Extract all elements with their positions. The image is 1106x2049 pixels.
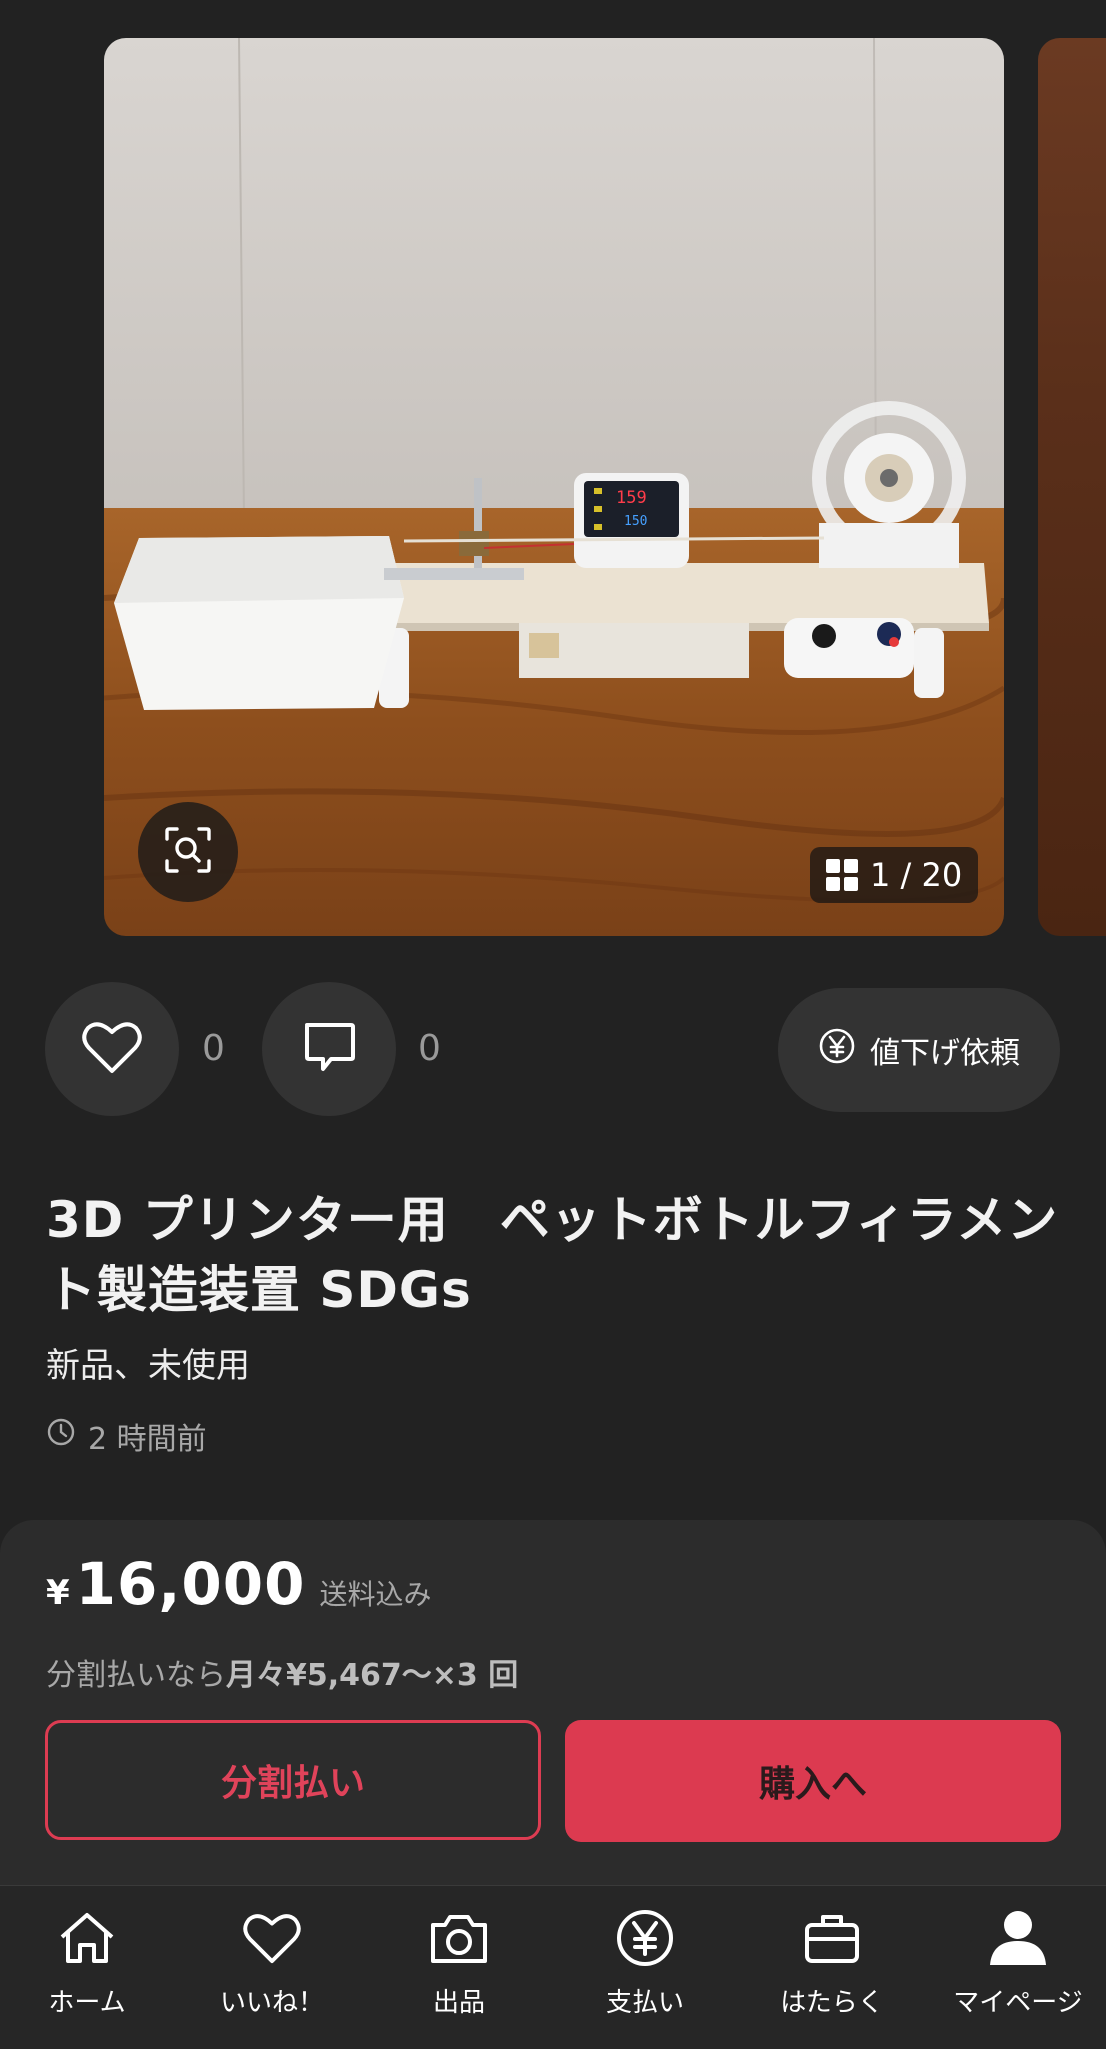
nav-sell[interactable]: 出品 bbox=[367, 1906, 551, 2036]
product-photo[interactable]: 159 150 bbox=[104, 38, 1004, 936]
photo-counter[interactable]: 1 / 20 bbox=[810, 847, 979, 903]
heart-icon bbox=[242, 1906, 302, 1970]
price-row: ¥ 16,000 送料込み bbox=[46, 1550, 432, 1618]
price: 16,000 bbox=[75, 1550, 306, 1618]
grid-icon bbox=[826, 859, 858, 891]
installment-prefix: 分割払いなら bbox=[46, 1658, 226, 1693]
bottom-nav: ホーム いいね！ 出品 支払い はたらく マイページ bbox=[0, 1885, 1106, 2049]
nav-work[interactable]: はたらく bbox=[740, 1906, 924, 2036]
image-carousel[interactable]: 159 150 1 / 20 bbox=[0, 0, 1106, 950]
svg-text:159: 159 bbox=[616, 488, 647, 508]
briefcase-icon bbox=[802, 1906, 862, 1970]
scan-search-icon bbox=[163, 825, 213, 879]
image-search-button[interactable] bbox=[138, 802, 238, 902]
like-button[interactable] bbox=[45, 982, 179, 1116]
nav-home[interactable]: ホーム bbox=[0, 1906, 179, 2036]
like-count: 0 bbox=[202, 1028, 225, 1069]
price-offer-button[interactable]: 値下げ依頼 bbox=[778, 988, 1060, 1112]
nav-mypage-label: マイページ bbox=[953, 1988, 1083, 2018]
nav-sell-label: 出品 bbox=[432, 1988, 485, 2018]
nav-work-label: はたらく bbox=[780, 1988, 884, 2018]
installment-info: 分割払いなら月々¥5,467〜×3 回 bbox=[46, 1650, 518, 1694]
price-offer-label: 値下げ依頼 bbox=[870, 1036, 1020, 1071]
item-actions: 0 0 値下げ依頼 bbox=[0, 980, 1106, 1120]
comment-count: 0 bbox=[418, 1028, 441, 1069]
home-icon bbox=[58, 1906, 116, 1970]
posted-time: 2 時間前 bbox=[46, 1414, 207, 1458]
item-condition: 新品、未使用 bbox=[46, 1346, 250, 1386]
comment-icon bbox=[301, 1019, 357, 1079]
shipping-note: 送料込み bbox=[319, 1578, 432, 1611]
nav-payment[interactable]: 支払い bbox=[553, 1906, 737, 2036]
person-icon bbox=[988, 1906, 1048, 1970]
yen-circle-icon bbox=[818, 1027, 856, 1073]
item-title: 3D プリンター用 ペットボトルフィラメント製造装置 SDGs bbox=[46, 1191, 1059, 1319]
buy-button[interactable]: 購入へ bbox=[565, 1720, 1061, 1842]
installment-detail: 月々¥5,467〜×3 回 bbox=[226, 1658, 519, 1693]
split-payment-button[interactable]: 分割払い bbox=[45, 1720, 541, 1840]
camera-icon bbox=[429, 1906, 489, 1970]
clock-icon bbox=[46, 1417, 76, 1455]
purchase-panel: ¥ 16,000 送料込み 分割払いなら月々¥5,467〜×3 回 分割払い 購… bbox=[0, 1520, 1106, 1885]
nav-home-label: ホーム bbox=[48, 1988, 126, 2018]
photo-counter-text: 1 / 20 bbox=[870, 856, 963, 894]
nav-likes[interactable]: いいね！ bbox=[180, 1906, 364, 2036]
nav-payment-label: 支払い bbox=[605, 1988, 684, 2018]
next-photo-preview[interactable] bbox=[1038, 38, 1106, 936]
yen-circle-icon bbox=[615, 1906, 675, 1970]
heart-icon bbox=[82, 1019, 142, 1079]
svg-text:150: 150 bbox=[624, 514, 647, 529]
nav-mypage[interactable]: マイページ bbox=[926, 1906, 1106, 2036]
currency-symbol: ¥ bbox=[46, 1573, 70, 1613]
comment-button[interactable] bbox=[262, 982, 396, 1116]
nav-likes-label: いいね！ bbox=[219, 1988, 324, 2018]
posted-time-text: 2 時間前 bbox=[88, 1422, 207, 1457]
